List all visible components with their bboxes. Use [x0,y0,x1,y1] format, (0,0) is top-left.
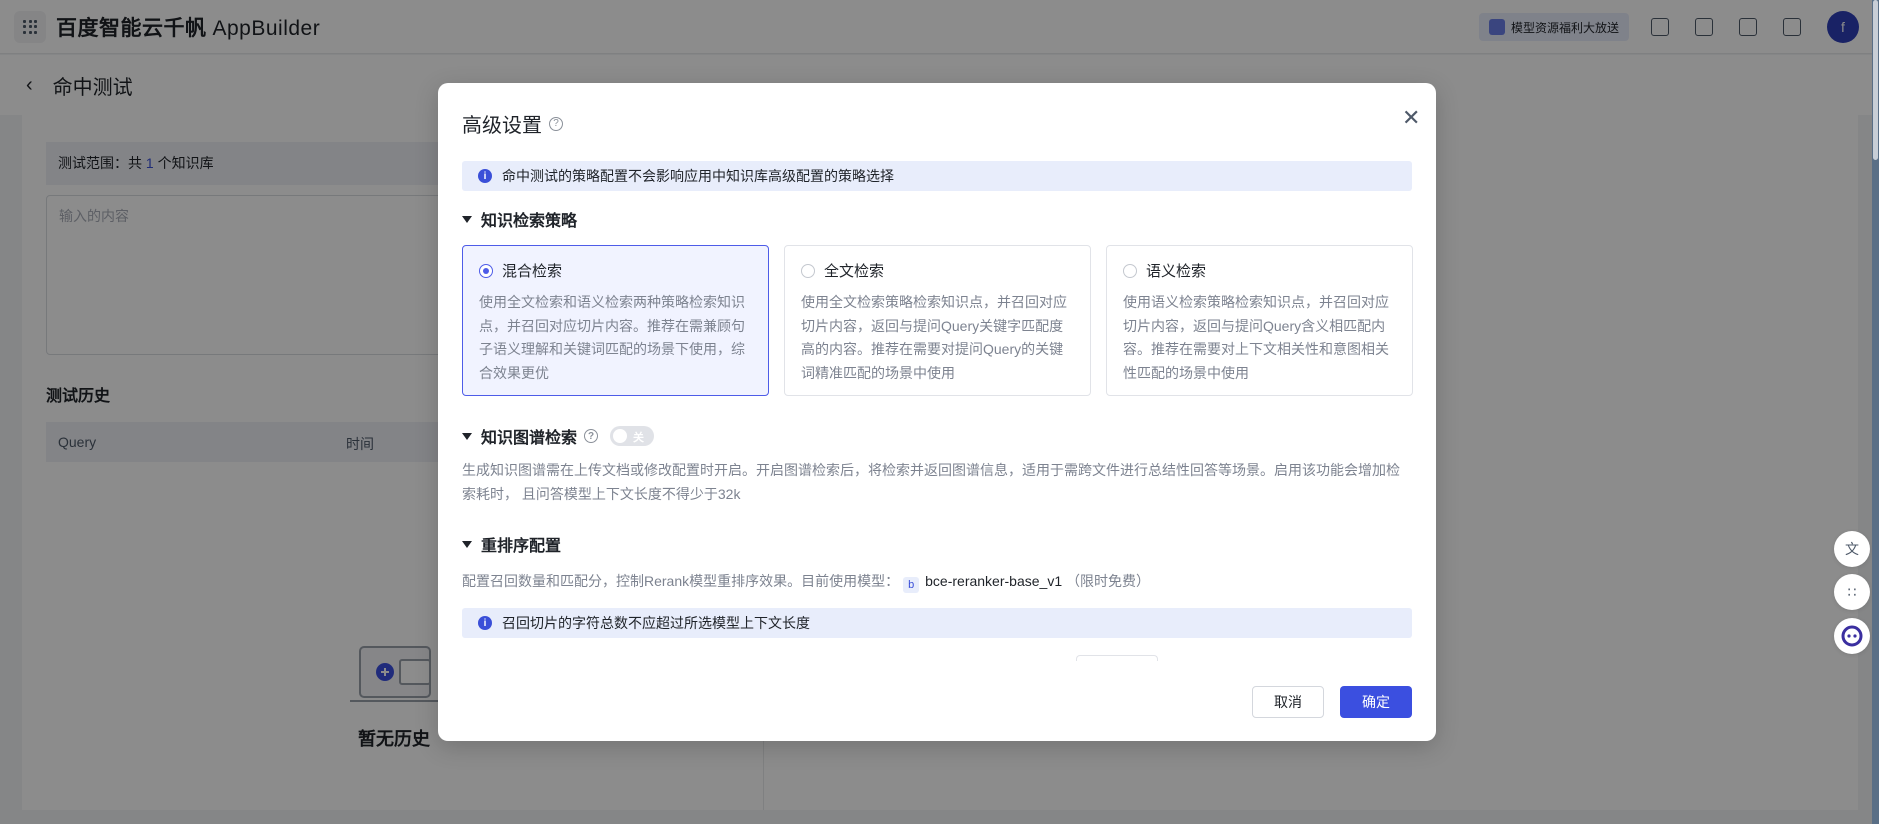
modal-title-text: 高级设置 [462,115,542,137]
rerank-warning-text: 召回切片的字符总数不应超过所选模型上下文长度 [502,615,810,631]
collapse-triangle-icon [462,215,472,223]
confirm-button[interactable]: 确定 [1340,686,1412,718]
translate-icon[interactable]: 文 [1834,531,1870,567]
collapse-triangle-icon [462,432,472,440]
radio-hybrid[interactable] [479,263,493,278]
graph-toggle[interactable]: 关 [610,426,655,446]
rerank-desc-text: 配置召回数量和匹配分，控制Rerank模型重排序效果。目前使用模型： [462,573,900,589]
model-note: （限时免费） [1066,573,1150,589]
option-hybrid-label: 混合检索 [502,263,563,280]
option-semantic-desc: 使用语义检索策略检索知识点，并召回对应切片内容，返回与提问Query含义相匹配内… [1123,294,1389,381]
option-semantic-label: 语义检索 [1146,263,1207,280]
option-hybrid[interactable]: 混合检索 使用全文检索和语义检索两种策略检索知识点，并召回对应切片内容。推荐在需… [462,245,769,396]
close-icon[interactable]: ✕ [1402,107,1420,129]
info-icon: i [478,616,492,630]
option-hybrid-desc: 使用全文检索和语义检索两种策略检索知识点，并召回对应切片内容。推荐在需兼顾句子语… [479,294,745,381]
help-icon[interactable]: ? [549,116,563,131]
rerank-section-header[interactable]: 重排序配置 [462,532,561,556]
radio-fulltext[interactable] [801,263,815,278]
cancel-button[interactable]: 取消 [1252,686,1324,718]
model-badge: b [903,577,920,593]
assistant-icon[interactable] [1834,618,1870,654]
model-name[interactable]: bce-reranker-base_v1 [925,573,1062,589]
rerank-warning-bar: i 召回切片的字符总数不应超过所选模型上下文长度 [462,608,1412,638]
toggle-label: 关 [633,432,645,444]
collapse-triangle-icon [462,540,472,548]
modal-title: 高级设置 ? [462,109,563,138]
rerank-desc: 配置召回数量和匹配分，控制Rerank模型重排序效果。目前使用模型： b bce-r… [462,569,1412,593]
graph-heading: 知识图谱检索 [481,430,578,447]
truncated-control [1076,655,1158,661]
help-icon[interactable]: ? [584,429,599,443]
graph-desc: 生成知识图谱需在上传文档或修改配置时开启。开启图谱检索后，将检索并返回图谱信息，… [462,462,1400,502]
option-fulltext-label: 全文检索 [824,263,885,280]
graph-section-header[interactable]: 知识图谱检索 ? 关 [462,424,655,448]
rerank-heading: 重排序配置 [481,538,562,555]
notice-text: 命中测试的策略配置不会影响应用中知识库高级配置的策略选择 [502,168,894,184]
advanced-settings-modal: 高级设置 ? ✕ i 命中测试的策略配置不会影响应用中知识库高级配置的策略选择 … [438,83,1436,741]
scrollbar-thumb[interactable] [1873,0,1878,160]
radio-semantic[interactable] [1123,263,1137,278]
retrieval-section-header[interactable]: 知识检索策略 [462,207,577,231]
option-fulltext-desc: 使用全文检索策略检索知识点，并召回对应切片内容，返回与提问Query关键字匹配度… [801,294,1067,381]
retrieval-heading: 知识检索策略 [481,213,578,230]
option-semantic[interactable]: 语义检索 使用语义检索策略检索知识点，并召回对应切片内容，返回与提问Query含… [1106,245,1413,396]
info-icon: i [478,169,492,183]
option-fulltext[interactable]: 全文检索 使用全文检索策略检索知识点，并召回对应切片内容，返回与提问Query关… [784,245,1091,396]
apps-float-icon[interactable]: ∷ [1834,574,1870,610]
notice-bar: i 命中测试的策略配置不会影响应用中知识库高级配置的策略选择 [462,161,1412,191]
